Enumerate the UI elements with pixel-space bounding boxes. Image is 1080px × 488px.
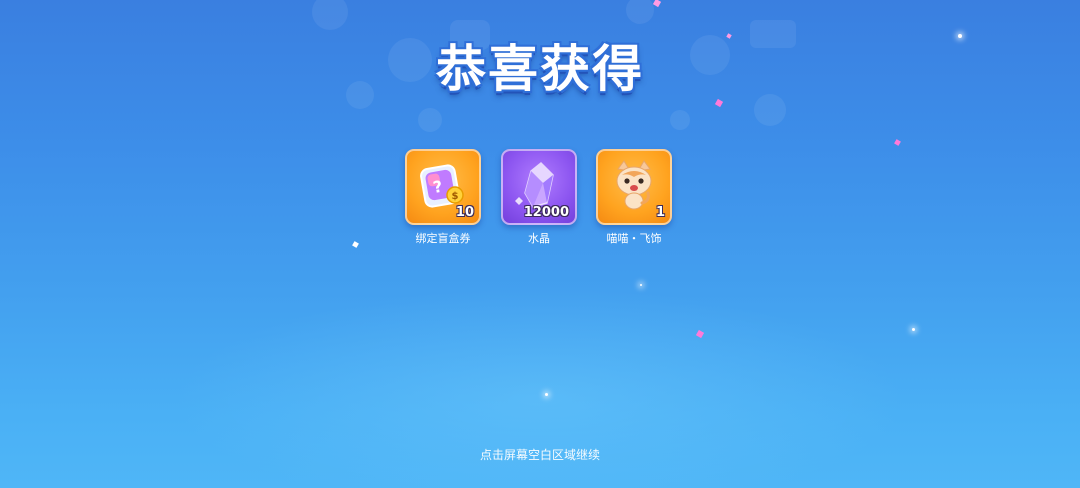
reward-item-crystal[interactable]: 12000 水晶 [501,149,579,246]
sparkle [958,34,962,38]
reward-quantity: 1 [655,205,665,220]
cat-ornament-icon [616,160,652,210]
reward-card: 12000 [501,149,577,225]
sparkle [545,393,548,396]
reward-name: 绑定盲盒券 [415,232,471,245]
congratulations-title: 恭喜获得 [436,40,644,98]
reward-list: ? $ 10 绑定盲盒券 12000 水晶 1 喵喵・飞饰 [405,149,675,249]
reward-quantity: 12000 [523,205,569,220]
reward-quantity: 10 [455,205,474,220]
sparkle [640,284,642,286]
svg-text:$: $ [452,191,459,202]
reward-card: ? $ 10 [405,149,481,225]
reward-item-cat-ornament[interactable]: 1 喵喵・飞饰 [596,149,674,246]
reward-item-blind-box-ticket[interactable]: ? $ 10 绑定盲盒券 [405,149,483,246]
reward-name: 喵喵・飞饰 [606,232,662,245]
sparkle [912,328,915,331]
reward-name: 水晶 [528,232,550,245]
reward-card: 1 [596,149,672,225]
continue-hint: 点击屏幕空白区域继续 [479,448,600,462]
